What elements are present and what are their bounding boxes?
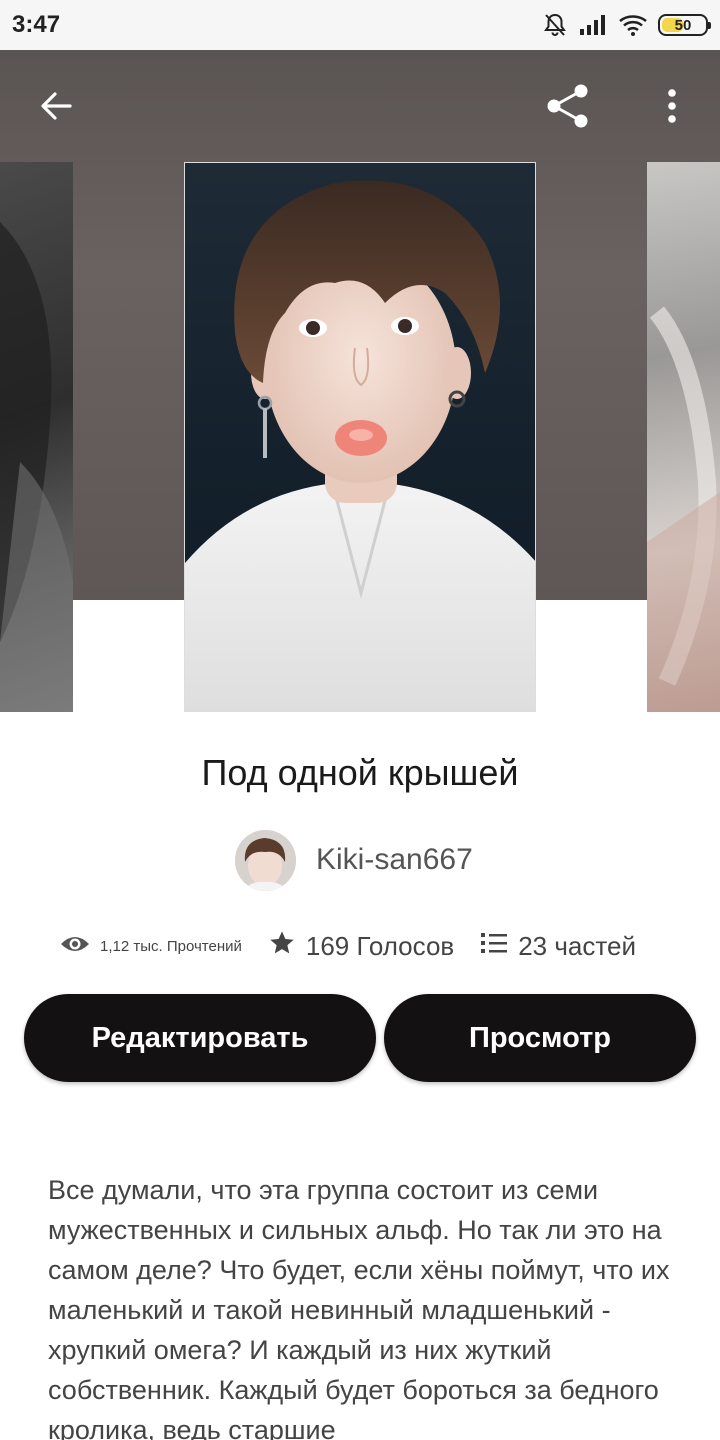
status-icons: 50 [542,10,711,40]
status-time: 3:47 [12,11,61,38]
parts-count: 23 частей [518,930,636,961]
signal-icon [578,13,608,37]
story-title: Под одной крышей [201,752,519,793]
author-name[interactable]: Kiki-san667 [316,843,473,877]
battery-icon: 50 [658,14,711,36]
parts-stat: 23 частей [480,931,636,962]
back-button[interactable] [28,80,84,136]
story-cover-image[interactable] [184,162,536,712]
previous-cover-image[interactable] [0,162,73,712]
wifi-icon [618,13,648,37]
author-avatar[interactable] [235,829,296,891]
reads-stat: 1,12 тыс. Прочтений [60,934,242,958]
edit-button[interactable]: Редактировать [24,994,376,1082]
share-icon [543,81,593,136]
back-arrow-icon [36,86,76,131]
share-button[interactable] [540,80,596,136]
reads-count: 1,12 тыс. Прочтений [100,937,242,955]
votes-count: 169 Голосов [305,930,455,961]
eye-icon [60,934,90,958]
votes-stat: 169 Голосов [268,929,454,964]
more-vertical-icon [662,86,682,131]
story-description: Все думали, что эта группа состоит из се… [48,1175,670,1440]
more-options-button[interactable] [644,80,700,136]
list-icon [480,931,508,962]
next-cover-image[interactable] [647,162,720,712]
story-stats: 1,12 тыс. Прочтений 169 Голосов 23 часте… [60,924,636,968]
bell-muted-icon [542,12,568,38]
battery-percent: 50 [674,16,692,34]
star-icon [268,929,296,964]
status-bar: 3:47 50 [0,0,720,50]
author-link[interactable]: Kiki-san667 [235,829,473,891]
view-button[interactable]: Просмотр [384,994,696,1082]
